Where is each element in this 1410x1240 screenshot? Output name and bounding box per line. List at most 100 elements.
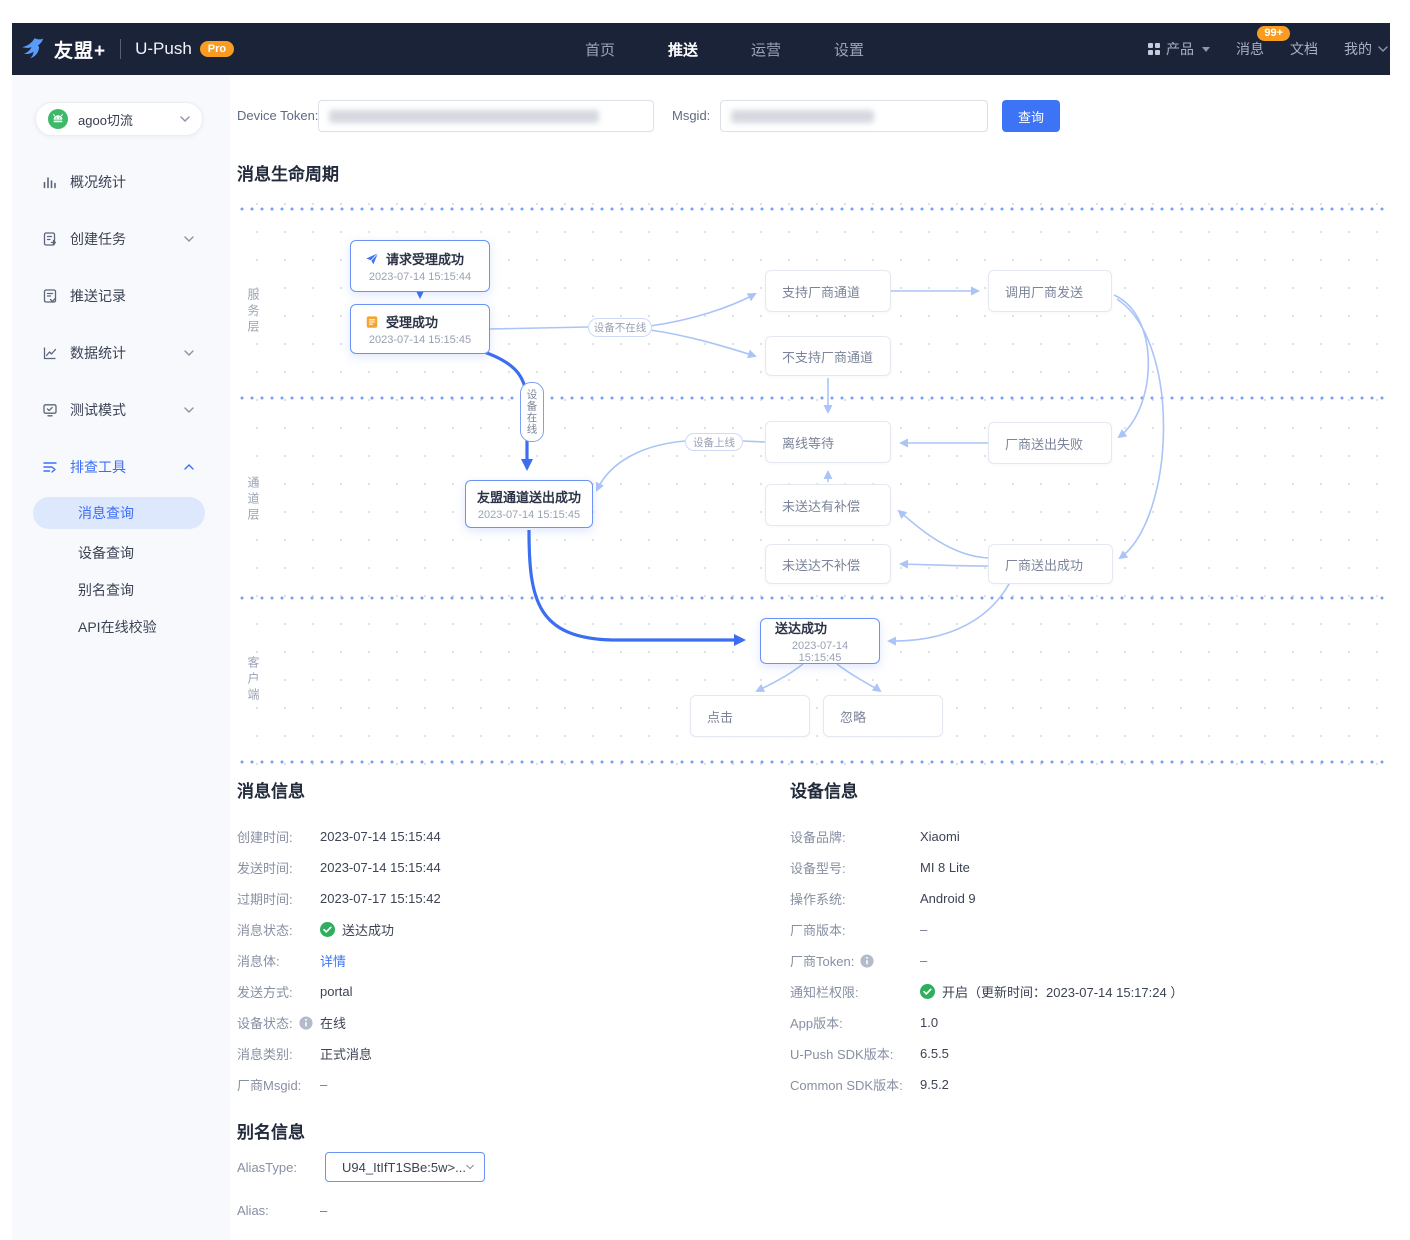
info-value: Android 9 [920,891,976,906]
sidebar-item-label: 排查工具 [70,457,172,477]
list-tools-icon [42,459,58,475]
message-info-row: 创建时间:2023-07-14 15:15:44 [237,821,767,852]
nav-item-settings[interactable]: 设置 [834,39,864,60]
messages-label: 消息 [1236,39,1264,59]
info-value: – [320,1077,327,1092]
info-label: 创建时间: [237,827,320,846]
flow-node-undelivered-compensated: 未送达有补偿 [765,484,891,526]
monitor-icon [42,402,58,418]
sidebar: agoo切流 概况统计 创建任务 推送记录 [12,75,231,1240]
device-token-label: Device Token: [237,108,318,123]
info-value-text: 6.5.5 [920,1046,949,1061]
alias-info-title: 别名信息 [237,1118,305,1143]
device-info-row: 厂商Token:– [790,945,1320,976]
sidebar-item-troubleshoot-tools[interactable]: 排查工具 [12,438,230,495]
message-info-title: 消息信息 [237,777,305,802]
message-info-row: 消息状态:送达成功 [237,914,767,945]
flow-node-undelivered-uncompensated: 未送达不补偿 [765,544,891,584]
chevron-down-icon [1378,46,1388,52]
sidebar-item-label: 创建任务 [70,229,172,249]
sidebar-subitem-alias-query[interactable]: 别名查询 [12,571,230,608]
docs-label: 文档 [1290,39,1318,59]
info-value-text: MI 8 Lite [920,860,970,875]
info-value: 1.0 [920,1015,938,1030]
info-label: 发送时间: [237,858,320,877]
detail-link[interactable]: 详情 [320,951,346,970]
alias-type-select[interactable]: U94_ItIfT1SBe:5w>... [325,1152,485,1182]
info-value: – [920,953,927,968]
success-check-icon [920,984,935,999]
flow-node-vendor-channel-supported: 支持厂商通道 [765,270,891,312]
messages-menu[interactable]: 消息 99+ [1236,39,1264,59]
info-value-text: – [920,953,927,968]
lifecycle-title: 消息生命周期 [237,160,339,185]
alias-row: Alias: – [237,1203,327,1218]
info-icon[interactable] [860,954,874,968]
brand-name: 友盟+ [54,36,106,63]
nav-item-push[interactable]: 推送 [668,39,698,60]
info-value-text: – [920,922,927,937]
info-label: 设备状态: [237,1013,320,1032]
info-icon[interactable] [299,1016,313,1030]
message-info-row: 发送时间:2023-07-14 15:15:44 [237,852,767,883]
query-button[interactable]: 查询 [1002,100,1060,132]
info-value-text: 送达成功 [342,920,394,939]
flow-node-ignored: 忽略 [823,695,943,737]
flow-node-call-vendor-send: 调用厂商发送 [988,270,1112,312]
info-label: Common SDK版本: [790,1075,920,1094]
grid-icon [1148,43,1160,55]
device-info-row: App版本:1.0 [790,1007,1320,1038]
products-menu[interactable]: 产品 [1148,39,1210,59]
flow-node-accept-success: 受理成功 2023-07-14 15:15:45 [350,304,490,354]
message-info-row: 发送方式:portal [237,976,767,1007]
info-label: 通知栏权限: [790,982,920,1001]
masked-value [329,110,599,123]
brand[interactable]: 友盟+ U-Push Pro [12,36,234,63]
sidebar-item-push-records[interactable]: 推送记录 [12,267,230,324]
info-value-text: Android 9 [920,891,976,906]
mine-menu[interactable]: 我的 [1344,39,1388,59]
flow-node-request-accepted: 请求受理成功 2023-07-14 15:15:44 [350,240,490,292]
nav-item-operation[interactable]: 运营 [751,39,781,60]
info-value-text: 2023-07-17 15:15:42 [320,891,441,906]
sidebar-item-test-mode[interactable]: 测试模式 [12,381,230,438]
sidebar-item-overview-stats[interactable]: 概况统计 [12,153,230,210]
device-token-input[interactable] [318,100,654,132]
message-info-row: 消息类别:正式消息 [237,1038,767,1069]
chevron-down-icon [184,407,194,413]
device-info-row: 操作系统:Android 9 [790,883,1320,914]
docs-menu[interactable]: 文档 [1290,39,1318,59]
sidebar-subitem-device-query[interactable]: 设备查询 [12,534,230,571]
nav-item-home[interactable]: 首页 [585,39,615,60]
sidebar-subitem-api-online-check[interactable]: API在线校验 [12,608,230,645]
info-label: 过期时间: [237,889,320,908]
sidebar-item-create-task[interactable]: 创建任务 [12,210,230,267]
mine-label: 我的 [1344,39,1372,59]
info-value-text: 在线 [320,1013,346,1032]
flow-node-offline-waiting: 离线等待 [765,421,891,463]
sidebar-submenu: 消息查询 设备查询 别名查询 API在线校验 [12,497,230,645]
alias-value: – [320,1203,327,1218]
info-value: – [920,922,927,937]
brand-product: U-Push [135,39,192,59]
flow-node-vendor-send-success: 厂商送出成功 [988,544,1113,584]
flow-node-delivered-success: 送达成功 2023-07-14 15:15:45 [760,618,880,664]
device-info-title: 设备信息 [790,777,858,802]
info-value: 送达成功 [320,920,394,939]
chevron-down-icon [184,350,194,356]
info-label: 操作系统: [790,889,920,908]
info-value: 9.5.2 [920,1077,949,1092]
pro-badge: Pro [200,41,234,57]
umeng-logo-icon [20,36,46,62]
flow-node-umeng-channel-send-success: 友盟通道送出成功 2023-07-14 15:15:45 [465,480,593,528]
brand-divider [120,39,121,59]
sidebar-item-data-stats[interactable]: 数据统计 [12,324,230,381]
info-value: Xiaomi [920,829,960,844]
msgid-input[interactable] [720,100,988,132]
sidebar-subitem-message-query[interactable]: 消息查询 [33,497,205,529]
app-selector[interactable]: agoo切流 [35,102,203,136]
sidebar-menu: 概况统计 创建任务 推送记录 数据统计 [12,153,230,645]
info-label: 厂商版本: [790,920,920,939]
send-icon [365,252,379,266]
info-value-text: 1.0 [920,1015,938,1030]
